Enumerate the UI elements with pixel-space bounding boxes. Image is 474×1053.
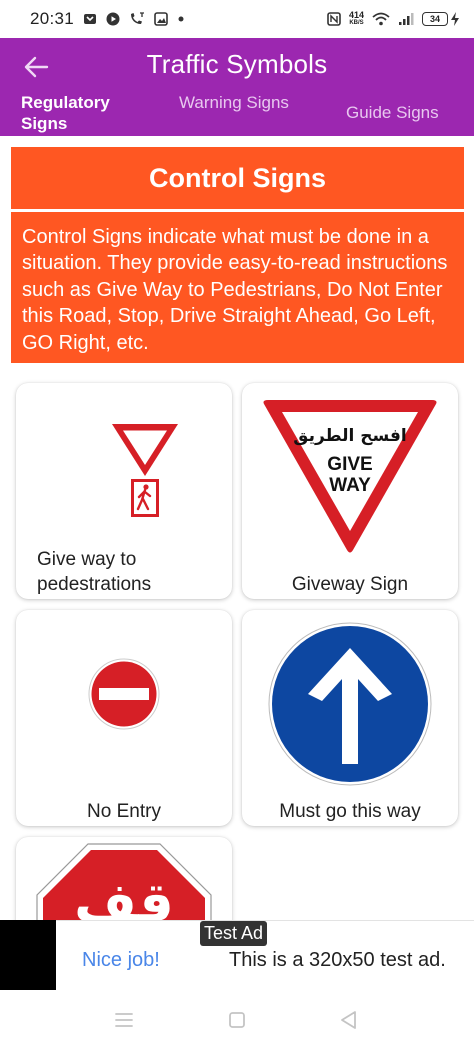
give-way-sign-arabic-text: افسح الطريق — [293, 426, 406, 446]
call-icon — [131, 12, 145, 24]
network-speed: 414 KB/S — [348, 10, 364, 27]
sign-card-giveway[interactable]: افسح الطريق GIVE WAY Giveway Sign — [242, 383, 458, 599]
ad-badge: Test Ad — [200, 921, 268, 946]
give-way-pedestrian-sign-icon — [112, 424, 178, 517]
status-time: 20:31 — [30, 9, 75, 28]
sign-card-label: Give way to pedestrations — [37, 549, 152, 595]
ad-image[interactable] — [0, 920, 56, 990]
youtube-icon — [106, 12, 120, 26]
home-icon[interactable] — [221, 1004, 253, 1036]
sign-card-label: No Entry — [87, 801, 161, 822]
give-way-sign-text-line2: WAY — [329, 475, 371, 496]
ahead-only-sign-icon — [268, 622, 432, 786]
ad-headline[interactable]: Nice job! — [82, 949, 160, 972]
menu-icon[interactable] — [108, 1004, 140, 1036]
app-bar: Traffic Symbols Regulatory Signs Warning… — [0, 38, 474, 136]
app-screen: 20:31 414 KB/S 34 Traffic Symbols Regula… — [0, 0, 474, 1053]
system-nav-bar — [0, 990, 474, 1053]
back-triangle-icon[interactable] — [333, 1004, 365, 1036]
tab-guide-signs[interactable]: Guide Signs — [346, 102, 456, 123]
charging-icon — [451, 12, 459, 26]
ad-text[interactable]: This is a 320x50 test ad. — [229, 949, 446, 972]
dot-icon — [178, 16, 184, 22]
signal-icon — [399, 13, 414, 25]
sign-card-ahead-only[interactable]: Must go this way — [242, 610, 458, 826]
battery-icon: 34 — [422, 12, 448, 26]
tab-regulatory-signs[interactable]: Regulatory Signs — [21, 92, 131, 134]
sign-card-label: Must go this way — [279, 801, 421, 822]
app-notification-icon — [84, 14, 97, 24]
gallery-icon — [154, 12, 168, 26]
sign-card-label: Giveway Sign — [291, 574, 409, 595]
give-way-sign-icon: افسح الطريق GIVE WAY — [263, 400, 437, 553]
section-description: Control Signs indicate what must be done… — [11, 212, 464, 363]
give-way-sign-text-line1: GIVE — [327, 454, 372, 475]
nfc-icon — [327, 12, 341, 26]
sign-card-give-way-pedestrians[interactable]: Give way to pedestrations — [16, 383, 232, 599]
battery-indicator: 34 — [422, 12, 460, 26]
wifi-icon — [372, 12, 390, 26]
tab-bar: Regulatory Signs Warning Signs Guide Sig… — [0, 92, 474, 136]
status-bar: 20:31 414 KB/S 34 — [0, 0, 474, 38]
page-title: Traffic Symbols — [146, 49, 328, 79]
no-entry-sign-icon — [88, 658, 160, 730]
tab-warning-signs[interactable]: Warning Signs — [179, 92, 289, 113]
section-title: Control Signs — [11, 147, 464, 209]
sign-card-no-entry[interactable]: No Entry — [16, 610, 232, 826]
